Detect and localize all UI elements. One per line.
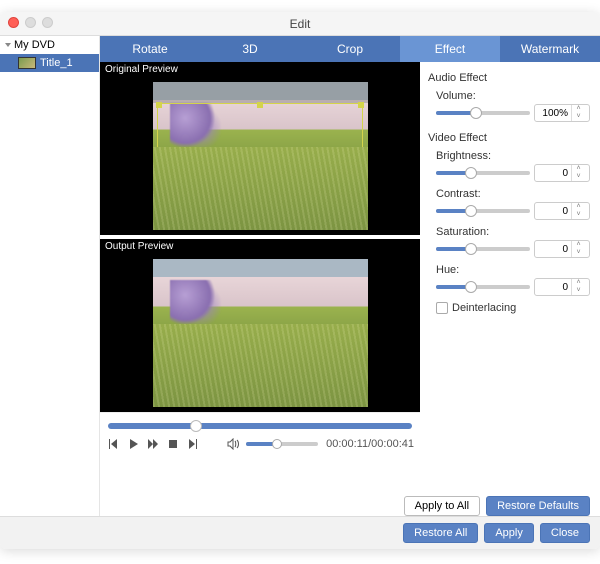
crop-frame[interactable]: [157, 103, 363, 210]
spin-down-icon[interactable]: ˅: [572, 249, 585, 257]
volume-label: Volume:: [436, 90, 590, 102]
spin-down-icon[interactable]: ˅: [572, 173, 585, 181]
sidebar-item-title-1[interactable]: Title_1: [0, 54, 99, 72]
spin-up-icon[interactable]: ˄: [572, 203, 585, 211]
tab-crop[interactable]: Crop: [300, 36, 400, 62]
tab-bar: Rotate 3D Crop Effect Watermark: [100, 36, 600, 62]
volume-icon[interactable]: [226, 437, 240, 451]
close-button[interactable]: Close: [540, 523, 590, 543]
contrast-label: Contrast:: [436, 188, 590, 200]
original-preview: [100, 77, 420, 235]
sidebar-root-label: My DVD: [14, 39, 55, 51]
apply-button[interactable]: Apply: [484, 523, 534, 543]
preview-column: Original Preview: [100, 62, 420, 516]
video-effect-heading: Video Effect: [428, 132, 590, 144]
saturation-slider[interactable]: [436, 247, 530, 251]
volume-knob[interactable]: [272, 439, 282, 449]
brightness-spinbox[interactable]: ˄˅: [534, 164, 590, 182]
original-preview-label: Original Preview: [100, 62, 420, 77]
deinterlacing-checkbox[interactable]: Deinterlacing: [436, 302, 590, 314]
hue-label: Hue:: [436, 264, 590, 276]
brightness-input[interactable]: [535, 168, 571, 179]
play-button[interactable]: [126, 437, 140, 451]
tab-3d[interactable]: 3D: [200, 36, 300, 62]
original-preview-frame: [153, 82, 368, 230]
hue-slider[interactable]: [436, 285, 530, 289]
seek-slider[interactable]: [108, 423, 412, 429]
window-title: Edit: [0, 12, 600, 36]
seek-knob[interactable]: [190, 420, 202, 432]
saturation-label: Saturation:: [436, 226, 590, 238]
contrast-spinbox[interactable]: ˄˅: [534, 202, 590, 220]
sidebar-root-my-dvd[interactable]: My DVD: [0, 36, 99, 54]
edit-window: Edit My DVD Title_1 Rotate 3D Crop Effec…: [0, 12, 600, 549]
tab-effect[interactable]: Effect: [400, 36, 500, 62]
volume-effect-slider[interactable]: [436, 111, 530, 115]
volume-input[interactable]: [535, 108, 571, 119]
sidebar: My DVD Title_1: [0, 36, 100, 516]
spin-up-icon[interactable]: ˄: [572, 279, 585, 287]
audio-effect-heading: Audio Effect: [428, 72, 590, 84]
next-frame-button[interactable]: [186, 437, 200, 451]
volume-slider[interactable]: [246, 442, 318, 446]
restore-all-button[interactable]: Restore All: [403, 523, 478, 543]
disclosure-triangle-icon: [5, 43, 11, 47]
minimize-window-icon[interactable]: [25, 17, 36, 28]
timecode: 00:00:11/00:00:41: [326, 438, 414, 450]
tab-rotate[interactable]: Rotate: [100, 36, 200, 62]
apply-to-all-button[interactable]: Apply to All: [404, 496, 480, 516]
checkbox-icon: [436, 302, 448, 314]
contrast-slider[interactable]: [436, 209, 530, 213]
hue-input[interactable]: [535, 282, 571, 293]
saturation-input[interactable]: [535, 244, 571, 255]
spin-down-icon[interactable]: ˅: [572, 211, 585, 219]
zoom-window-icon[interactable]: [42, 17, 53, 28]
fast-forward-button[interactable]: [146, 437, 160, 451]
spin-down-icon[interactable]: ˅: [572, 113, 585, 121]
spin-up-icon[interactable]: ˄: [572, 241, 585, 249]
effects-panel: Audio Effect Volume: ˄˅: [420, 62, 600, 516]
contrast-input[interactable]: [535, 206, 571, 217]
restore-defaults-button[interactable]: Restore Defaults: [486, 496, 590, 516]
prev-frame-button[interactable]: [106, 437, 120, 451]
brightness-label: Brightness:: [436, 150, 590, 162]
spin-up-icon[interactable]: ˄: [572, 165, 585, 173]
brightness-slider[interactable]: [436, 171, 530, 175]
video-thumbnail-icon: [18, 57, 36, 69]
titlebar: Edit: [0, 12, 600, 36]
spin-down-icon[interactable]: ˅: [572, 287, 585, 295]
output-preview: [100, 254, 420, 412]
stop-button[interactable]: [166, 437, 180, 451]
deinterlacing-label: Deinterlacing: [452, 302, 516, 314]
close-window-icon[interactable]: [8, 17, 19, 28]
volume-spinbox[interactable]: ˄˅: [534, 104, 590, 122]
hue-spinbox[interactable]: ˄˅: [534, 278, 590, 296]
saturation-spinbox[interactable]: ˄˅: [534, 240, 590, 258]
output-preview-frame: [153, 259, 368, 407]
tab-watermark[interactable]: Watermark: [500, 36, 600, 62]
spin-up-icon[interactable]: ˄: [572, 105, 585, 113]
transport-bar: 00:00:11/00:00:41: [100, 412, 420, 472]
output-preview-label: Output Preview: [100, 239, 420, 254]
bottom-bar: Restore All Apply Close: [0, 516, 600, 549]
sidebar-item-label: Title_1: [40, 57, 73, 69]
